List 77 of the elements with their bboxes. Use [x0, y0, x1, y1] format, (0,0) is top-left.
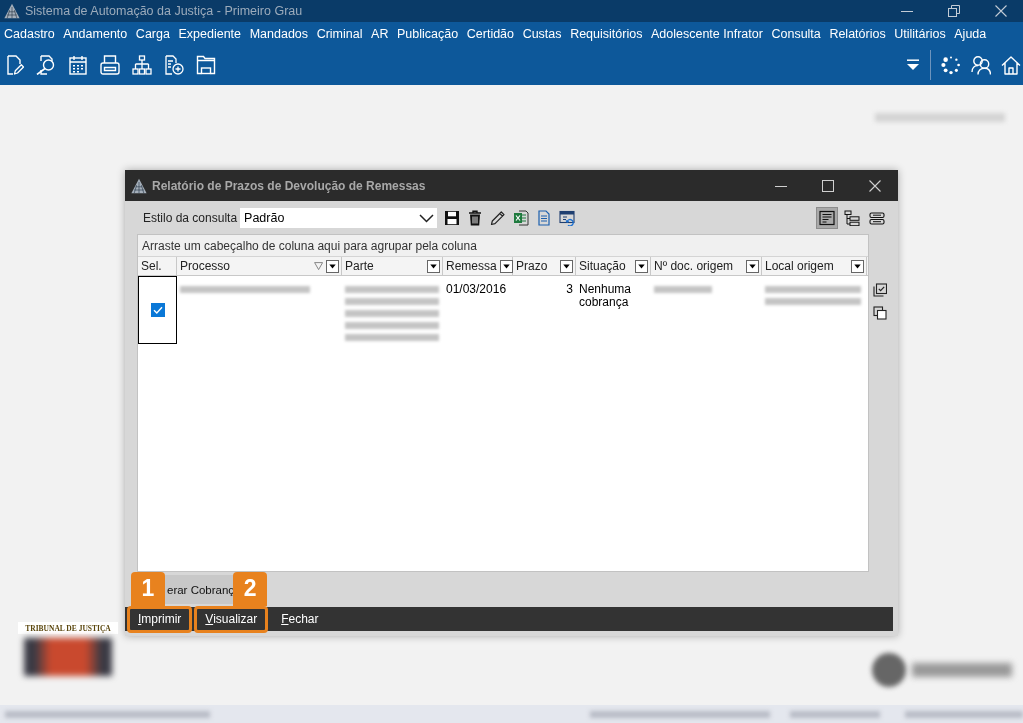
menu-item[interactable]: Cadastro	[4, 26, 55, 41]
trash-icon[interactable]	[467, 210, 484, 226]
style-combobox[interactable]: Padrão	[240, 208, 438, 228]
menu-item[interactable]: Andamento	[63, 26, 128, 41]
menu-item[interactable]: Custas	[522, 26, 562, 41]
menu-item[interactable]: Expediente	[178, 26, 242, 41]
close-icon[interactable]	[869, 179, 881, 192]
menu-item[interactable]: Criminal	[316, 26, 363, 41]
column-header[interactable]: Processo	[177, 257, 342, 275]
pyramid-logo-icon	[4, 3, 20, 19]
document-plus-icon[interactable]	[164, 55, 184, 75]
menu-item[interactable]: Carga	[135, 26, 170, 41]
callout-badge: 1	[131, 571, 165, 606]
spreadsheet-icon[interactable]	[513, 210, 530, 226]
column-header[interactable]: Remessa	[443, 257, 513, 275]
dropdown-icon[interactable]	[851, 259, 864, 273]
form-view-icon	[819, 210, 835, 226]
blurred-emblem	[872, 653, 906, 687]
document-icon[interactable]	[536, 210, 553, 226]
maximize-icon[interactable]	[822, 179, 834, 192]
dropdown-icon[interactable]	[635, 259, 648, 273]
pyramid-logo-icon	[131, 177, 147, 194]
restore-icon[interactable]	[948, 5, 960, 17]
menu-item[interactable]: Consulta	[771, 26, 821, 41]
view-mode-button[interactable]	[816, 207, 838, 229]
dropdown-icon[interactable]	[326, 259, 339, 273]
dialog-title: Relatório de Prazos de Devolução de Remessas	[152, 178, 426, 193]
pencil-icon[interactable]	[490, 210, 507, 226]
table-cell-text: Nenhuma cobrança	[579, 283, 633, 309]
column-header[interactable]: Nº doc. origem	[651, 257, 762, 275]
redacted-text	[654, 286, 712, 293]
column-header[interactable]: Situação	[576, 257, 651, 275]
calendar-icon[interactable]	[68, 55, 88, 75]
selection-cell[interactable]	[138, 276, 177, 344]
menu-item[interactable]: Certidão	[466, 26, 515, 41]
footer-button[interactable]: Fechar	[270, 605, 330, 633]
dropdown-caret-icon[interactable]	[906, 59, 920, 71]
menu-item[interactable]: AR	[371, 26, 389, 41]
list-view-icon	[869, 210, 885, 226]
menu-item[interactable]: Publicação	[397, 26, 459, 41]
users-icon[interactable]	[971, 55, 991, 75]
folder-icon[interactable]	[196, 55, 216, 75]
loading-dots-icon[interactable]	[941, 55, 961, 75]
dropdown-icon[interactable]	[746, 259, 759, 273]
menu-item[interactable]: Requisitórios	[570, 26, 643, 41]
home-icon[interactable]	[1001, 55, 1021, 75]
window-refresh-icon[interactable]	[559, 210, 576, 226]
copy-icon[interactable]	[873, 306, 887, 320]
column-header[interactable]: Sel.	[138, 257, 177, 275]
dropdown-icon[interactable]	[499, 259, 513, 273]
field-label: Estilo da consulta	[143, 211, 238, 225]
tree-view-icon	[844, 210, 860, 226]
printer-icon[interactable]	[100, 55, 120, 75]
dropdown-icon[interactable]	[560, 259, 573, 273]
chevron-down-icon	[419, 213, 435, 223]
table-cell: 3	[566, 283, 573, 296]
column-header[interactable]: Parte	[342, 257, 443, 275]
footer-button[interactable]: Visualizar	[194, 605, 269, 633]
menu-item[interactable]: Relatórios	[829, 26, 886, 41]
menu-item[interactable]: Adolescente Infrator	[651, 26, 763, 41]
group-hint: Arraste um cabeçalho de coluna aqui para agrupar pela coluna	[142, 238, 477, 253]
close-icon[interactable]	[995, 5, 1007, 17]
checkbox[interactable]	[150, 303, 165, 317]
menu-item[interactable]: Utilitários	[894, 26, 946, 41]
menu-item[interactable]: Mandados	[249, 26, 309, 41]
table-cell: 01/03/2016	[446, 283, 507, 296]
view-mode-button[interactable]	[841, 207, 863, 229]
menu-item[interactable]: Ajuda	[954, 26, 987, 41]
document-search-icon[interactable]	[36, 55, 56, 75]
column-header[interactable]: Local origem	[762, 257, 867, 275]
checklist-icon[interactable]	[873, 283, 887, 297]
callout-badge: 2	[233, 571, 268, 606]
window-title: Sistema de Automação da Justiça - Primeiro Grau	[25, 4, 303, 18]
sitemap-icon[interactable]	[132, 55, 152, 75]
document-pencil-icon[interactable]	[4, 55, 24, 75]
column-header[interactable]: Prazo	[513, 257, 576, 275]
dropdown-icon[interactable]	[427, 259, 440, 273]
